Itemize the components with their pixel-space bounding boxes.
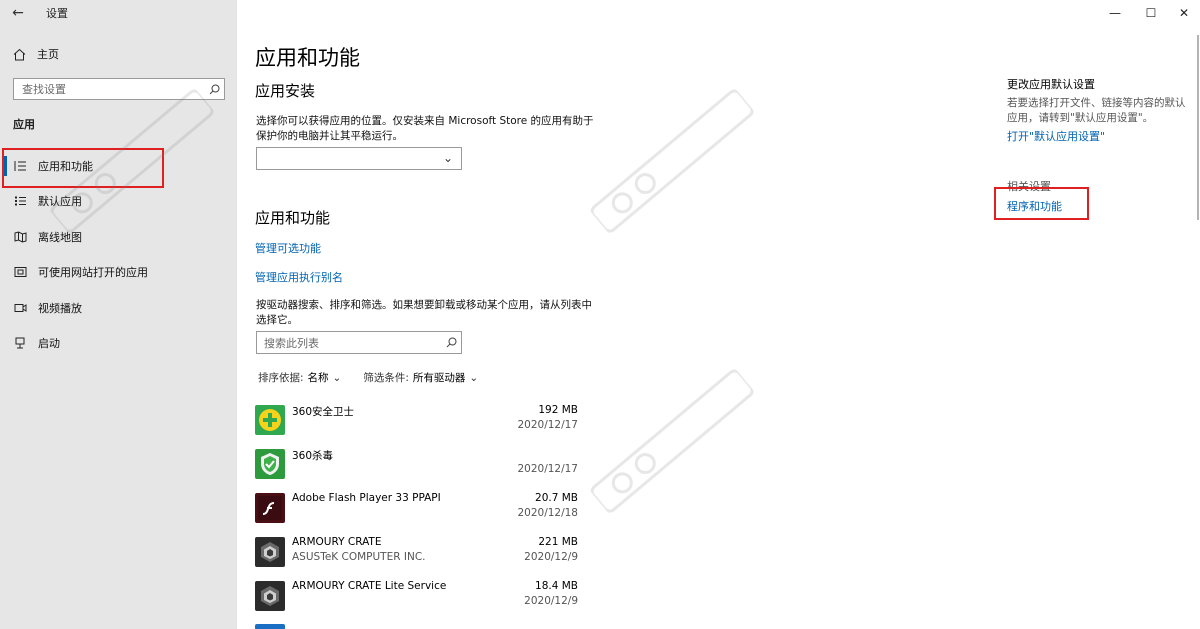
sidebar: ← 设置 主页 查找设置 应用 应用和功能 默认应用 离线地图 可使用网站打开的… bbox=[0, 0, 237, 629]
sidebar-item-label: 可使用网站打开的应用 bbox=[38, 266, 148, 280]
list-item[interactable]: 360安全卫士 192 MB 2020/12/17 bbox=[255, 398, 585, 442]
search-icon[interactable] bbox=[441, 337, 461, 348]
default-desc-line: 应用，请转到"默认应用设置"。 bbox=[1007, 112, 1154, 124]
apps-websites-icon bbox=[12, 264, 28, 280]
titlebar: ← 设置 bbox=[0, 0, 237, 26]
default-desc-line: 若要选择打开文件、链接等内容的默认 bbox=[1007, 97, 1186, 109]
app-name: Adobe Flash Player 33 PPAPI bbox=[292, 492, 441, 504]
apps-description: 按驱动器搜索、排序和筛选。如果想要卸载或移动某个应用，请从列表中 选择它。 bbox=[256, 298, 592, 328]
sort-label: 排序依据: bbox=[258, 372, 304, 384]
sidebar-item-video-playback[interactable]: 视频播放 bbox=[0, 290, 237, 326]
install-desc-line: 保护你的电脑并让其平稳运行。 bbox=[256, 130, 403, 142]
default-settings-heading: 更改应用默认设置 bbox=[1007, 78, 1095, 91]
install-desc-line: 选择你可以获得应用的位置。仅安装来自 Microsoft Store 的应用有助… bbox=[256, 115, 594, 127]
search-icon[interactable] bbox=[204, 84, 224, 95]
scrollbar[interactable] bbox=[1197, 35, 1199, 220]
default-settings-description: 若要选择打开文件、链接等内容的默认 应用，请转到"默认应用设置"。 bbox=[1007, 96, 1186, 126]
app-date: 2020/12/9 bbox=[524, 551, 578, 563]
close-icon: ✕ bbox=[1178, 6, 1190, 20]
maximize-icon: ☐ bbox=[1145, 6, 1157, 20]
highlight-box-apps-features bbox=[2, 148, 164, 188]
sidebar-item-offline-maps[interactable]: 离线地图 bbox=[0, 219, 237, 255]
back-arrow-icon: ← bbox=[12, 5, 24, 21]
list-item[interactable]: ARMOURY CRATE Lite Service 18.4 MB 2020/… bbox=[255, 574, 585, 618]
section-label-apps: 应用 bbox=[13, 118, 35, 131]
minimize-icon: — bbox=[1109, 6, 1121, 20]
app-name: ARMOURY CRATE Lite Service bbox=[292, 580, 447, 592]
apps-desc-line: 选择它。 bbox=[256, 314, 298, 326]
list-filters: 排序依据: 名称 ⌄ 筛选条件: 所有驱动器 ⌄ bbox=[258, 370, 478, 385]
chevron-down-icon: ⌄ bbox=[469, 371, 479, 384]
close-button[interactable]: ✕ bbox=[1166, 0, 1200, 26]
sidebar-item-apps-websites[interactable]: 可使用网站打开的应用 bbox=[0, 255, 237, 291]
chevron-down-icon: ⌄ bbox=[442, 151, 453, 165]
minimize-button[interactable]: — bbox=[1097, 0, 1133, 26]
app-icon bbox=[255, 624, 285, 629]
video-playback-icon bbox=[12, 300, 28, 316]
install-description: 选择你可以获得应用的位置。仅安装来自 Microsoft Store 的应用有助… bbox=[256, 114, 594, 144]
list-item-partial[interactable] bbox=[255, 620, 585, 629]
list-item[interactable]: 360杀毒 2020/12/17 bbox=[255, 442, 585, 486]
page-title: 应用和功能 bbox=[255, 46, 360, 70]
filter-value: 所有驱动器 bbox=[412, 372, 466, 384]
360-antivirus-icon bbox=[255, 449, 285, 479]
sidebar-item-label: 默认应用 bbox=[38, 195, 82, 209]
app-date: 2020/12/17 bbox=[517, 463, 578, 475]
app-size: 221 MB bbox=[538, 536, 578, 548]
filter-label: 筛选条件: bbox=[363, 372, 409, 384]
offline-maps-icon bbox=[12, 229, 28, 245]
app-publisher: ASUSTeK COMPUTER INC. bbox=[292, 551, 426, 563]
armoury-crate-lite-icon bbox=[255, 581, 285, 611]
app-name: ARMOURY CRATE bbox=[292, 536, 382, 548]
sidebar-item-startup[interactable]: 启动 bbox=[0, 326, 237, 362]
home-icon bbox=[11, 46, 27, 62]
manage-app-aliases-link[interactable]: 管理应用执行别名 bbox=[255, 269, 343, 285]
open-default-apps-link[interactable]: 打开"默认应用设置" bbox=[1007, 128, 1105, 144]
list-item[interactable]: ARMOURY CRATE ASUSTeK COMPUTER INC. 221 … bbox=[255, 530, 585, 574]
app-size: 192 MB bbox=[538, 404, 578, 416]
sort-value: 名称 bbox=[307, 372, 329, 384]
chevron-down-icon: ⌄ bbox=[332, 371, 342, 384]
highlight-box-programs-features bbox=[994, 187, 1089, 220]
settings-search-input[interactable]: 查找设置 bbox=[13, 78, 225, 100]
sidebar-item-label: 视频播放 bbox=[38, 301, 82, 315]
main-content: 应用和功能 应用安装 选择你可以获得应用的位置。仅安装来自 Microsoft … bbox=[237, 0, 1200, 629]
apps-features-heading: 应用和功能 bbox=[255, 209, 331, 227]
default-apps-icon bbox=[12, 193, 28, 209]
settings-search-placeholder: 查找设置 bbox=[22, 83, 66, 96]
manage-optional-features-link[interactable]: 管理可选功能 bbox=[255, 240, 321, 256]
install-source-dropdown[interactable]: ⌄ bbox=[256, 147, 462, 170]
360-safe-icon bbox=[255, 405, 285, 435]
install-heading: 应用安装 bbox=[255, 82, 316, 100]
app-list-search-input[interactable]: 搜索此列表 bbox=[256, 331, 462, 354]
app-list-search-placeholder: 搜索此列表 bbox=[264, 336, 319, 350]
apps-desc-line: 按驱动器搜索、排序和筛选。如果想要卸载或移动某个应用，请从列表中 bbox=[256, 299, 592, 311]
sidebar-item-label: 启动 bbox=[38, 337, 60, 351]
app-size: 20.7 MB bbox=[535, 492, 578, 504]
filter-dropdown[interactable]: 筛选条件: 所有驱动器 ⌄ bbox=[363, 370, 478, 385]
app-name: 360杀毒 bbox=[292, 450, 334, 462]
window-title: 设置 bbox=[46, 7, 68, 20]
app-date: 2020/12/9 bbox=[524, 595, 578, 607]
sidebar-item-label: 离线地图 bbox=[38, 230, 82, 244]
home-nav[interactable]: 主页 bbox=[0, 42, 237, 66]
startup-icon bbox=[12, 335, 28, 351]
app-date: 2020/12/18 bbox=[517, 507, 578, 519]
home-label: 主页 bbox=[37, 48, 59, 61]
sidebar-item-default-apps[interactable]: 默认应用 bbox=[0, 184, 237, 220]
maximize-button[interactable]: ☐ bbox=[1133, 0, 1169, 26]
app-date: 2020/12/17 bbox=[517, 419, 578, 431]
app-size: 18.4 MB bbox=[535, 580, 578, 592]
armoury-crate-icon bbox=[255, 537, 285, 567]
flash-icon bbox=[255, 493, 285, 523]
back-button[interactable]: ← bbox=[0, 0, 36, 26]
list-item[interactable]: Adobe Flash Player 33 PPAPI 20.7 MB 2020… bbox=[255, 486, 585, 530]
sort-dropdown[interactable]: 排序依据: 名称 ⌄ bbox=[258, 370, 341, 385]
app-name: 360安全卫士 bbox=[292, 406, 355, 418]
